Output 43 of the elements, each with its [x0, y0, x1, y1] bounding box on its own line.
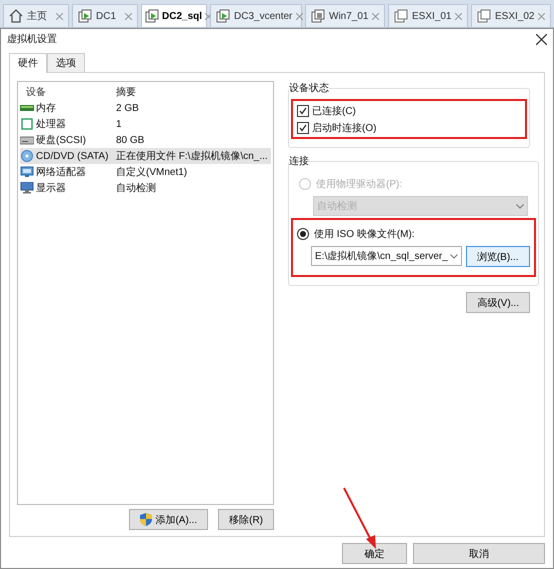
- group-title: 设备状态: [289, 82, 329, 95]
- device-name: 显示器: [36, 182, 66, 195]
- group-title: 连接: [289, 154, 309, 168]
- tab[interactable]: 硬件: [9, 53, 47, 73]
- browse-button[interactable]: 浏览(B)...: [466, 246, 530, 267]
- hardware-row[interactable]: 硬盘(SCSI) 80 GB: [20, 132, 271, 148]
- browser-tab[interactable]: DC3_vcenter: [210, 4, 302, 27]
- hardware-row[interactable]: 显示器 自动检测: [20, 180, 271, 196]
- add-button[interactable]: 添加(A)...: [129, 509, 208, 530]
- device-summary: 正在使用文件 F:\虚拟机镜像\cn_...: [116, 150, 269, 163]
- device-summary: 2 GB: [116, 102, 140, 114]
- hardware-row[interactable]: 处理器 1: [20, 116, 271, 132]
- checkbox-label: 已连接(C): [312, 104, 356, 118]
- device-name: 硬盘(SCSI): [36, 134, 86, 147]
- browser-tab[interactable]: ESXI_01: [388, 4, 468, 27]
- remove-button[interactable]: 移除(R): [218, 509, 274, 530]
- checkbox-label: 启动时连接(O): [312, 122, 376, 134]
- column-header: 设备: [25, 86, 47, 99]
- radio-label: 使用 ISO 映像文件(M):: [314, 228, 415, 241]
- browser-tab[interactable]: Win7_01: [305, 4, 385, 27]
- device-name: 内存: [36, 102, 56, 115]
- browser-tab[interactable]: 主页: [3, 4, 69, 27]
- dialog-title: 虚拟机设置: [7, 32, 57, 46]
- device-summary: 自动检测: [116, 182, 157, 195]
- browser-tab[interactable]: DC1: [72, 4, 138, 27]
- device-summary: 1: [116, 118, 123, 130]
- dialog-button[interactable]: 取消: [413, 543, 545, 564]
- device-name: CD/DVD (SATA): [36, 150, 108, 162]
- hardware-row[interactable]: 网络适配器 自定义(VMnet1): [20, 164, 271, 180]
- radio-label: 使用物理驱动器(P):: [316, 178, 402, 191]
- device-name: 处理器: [36, 118, 66, 131]
- iso-path-field[interactable]: E:\虚拟机镜像\cn_sql_server_: [311, 246, 462, 266]
- browser-tab[interactable]: ESXI_02: [471, 4, 551, 27]
- dialog-button[interactable]: 确定: [342, 543, 407, 564]
- browser-tab[interactable]: DC2_sql: [141, 4, 207, 27]
- advanced-button[interactable]: 高级(V)...: [466, 292, 530, 313]
- tab[interactable]: 选项: [47, 53, 85, 72]
- device-summary: 自定义(VMnet1): [116, 166, 188, 179]
- device-name: 网络适配器: [36, 166, 86, 179]
- column-header: 摘要: [116, 86, 137, 99]
- device-summary: 80 GB: [116, 134, 146, 146]
- hardware-row[interactable]: CD/DVD (SATA) 正在使用文件 F:\虚拟机镜像\cn_...: [20, 148, 271, 164]
- hardware-row[interactable]: 内存 2 GB: [20, 100, 271, 116]
